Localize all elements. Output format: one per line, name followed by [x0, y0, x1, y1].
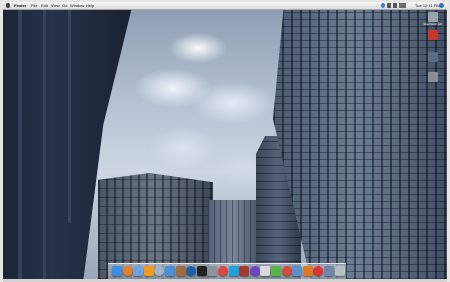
dock-garageband-icon[interactable]: [302, 266, 313, 276]
screen-frame: Finder File Edit View Go Window Help Tue…: [0, 0, 450, 282]
menu-view[interactable]: View: [51, 2, 60, 9]
desktop-icon-4[interactable]: [422, 72, 444, 82]
dock-iphoto-icon[interactable]: [292, 266, 303, 276]
dock-ical-icon[interactable]: [281, 266, 292, 276]
dock-terminal-icon[interactable]: [196, 266, 207, 276]
menu-clock[interactable]: Tue 12:11 PM: [415, 2, 440, 9]
apple-menu-icon[interactable]: [6, 3, 10, 8]
dock-firefox-icon[interactable]: [122, 266, 133, 276]
dock-itunes-icon[interactable]: [133, 266, 144, 276]
dock-photo-booth-icon[interactable]: [239, 266, 250, 276]
dock-skype-icon[interactable]: [228, 266, 239, 276]
menu-app-name[interactable]: Finder: [14, 2, 26, 9]
battery-icon[interactable]: [399, 3, 406, 8]
dock-system-preferences-icon[interactable]: [207, 266, 218, 276]
dock-safari-icon[interactable]: [165, 266, 175, 276]
desktop-icon-hard-drive[interactable]: Macintosh HD: [422, 12, 444, 26]
disk-image-icon: [428, 72, 438, 82]
dock-trash-icon[interactable]: [334, 266, 345, 276]
dock-ichat-icon[interactable]: [249, 266, 260, 276]
dock-photoshop-icon[interactable]: [186, 266, 197, 276]
menu-file[interactable]: File: [31, 2, 37, 9]
dock-address-book-icon[interactable]: [175, 266, 186, 276]
dock-finder-icon[interactable]: [112, 266, 122, 276]
dock-preview-icon[interactable]: [260, 266, 271, 276]
desktop-wallpaper: [3, 8, 447, 280]
desktop-icon-3[interactable]: [422, 52, 444, 62]
menu-go[interactable]: Go: [62, 2, 67, 9]
dock-downloads-icon[interactable]: [324, 266, 334, 276]
wifi-icon[interactable]: [387, 3, 391, 8]
desktop-icon-label: Macintosh HD: [423, 22, 443, 26]
bluetooth-icon[interactable]: [381, 3, 385, 8]
dock: [108, 263, 346, 280]
folder-icon: [428, 52, 438, 62]
dock-transmission-icon[interactable]: [313, 266, 324, 276]
dock-adium-icon[interactable]: [271, 266, 281, 276]
menu-edit[interactable]: Edit: [41, 2, 48, 9]
desktop-icon-2[interactable]: [422, 30, 444, 40]
volume-icon[interactable]: [393, 3, 397, 8]
menu-help[interactable]: Help: [86, 2, 94, 9]
hard-drive-icon: [428, 12, 438, 22]
dock-vlc-icon[interactable]: [143, 266, 154, 276]
dock-mail-icon[interactable]: [154, 266, 165, 276]
menu-bar: Finder File Edit View Go Window Help Tue…: [3, 2, 447, 10]
document-icon: [428, 30, 438, 40]
spotlight-icon[interactable]: [439, 3, 444, 8]
menu-window[interactable]: Window: [70, 2, 84, 9]
dock-chrome-icon[interactable]: [218, 266, 228, 276]
